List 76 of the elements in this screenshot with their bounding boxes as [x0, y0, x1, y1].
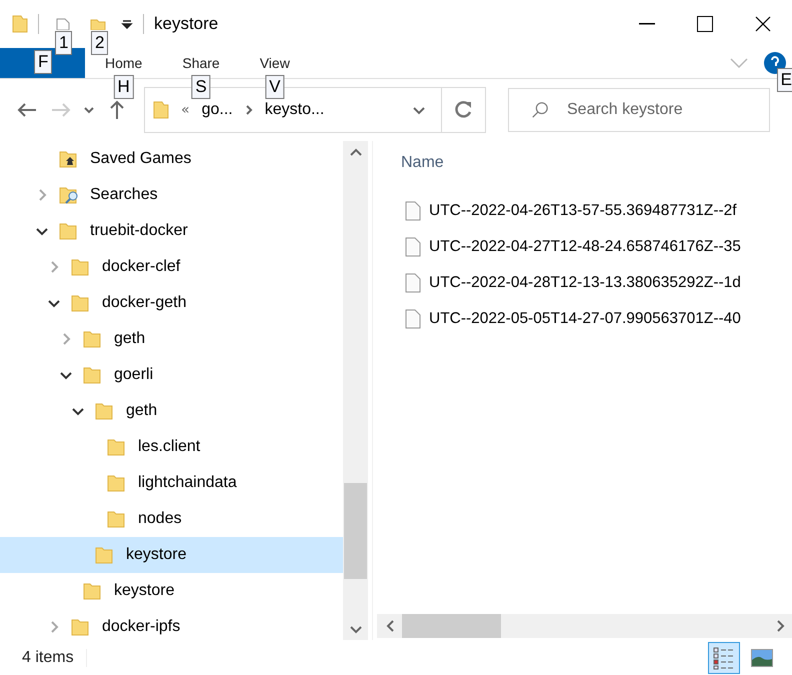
tree-item[interactable]: keystore [0, 537, 343, 573]
file-row[interactable]: UTC--2022-04-26T13-57-55.369487731Z--2f [373, 193, 792, 229]
caret-icon [84, 106, 94, 114]
tree-item[interactable]: nodes [0, 501, 343, 537]
tree-item[interactable]: geth [0, 321, 343, 357]
customize-dropdown-icon[interactable] [121, 19, 133, 29]
shortcut-key-tooltip: F [34, 50, 52, 74]
file-icon [405, 201, 421, 221]
tree-item-label: docker-clef [102, 258, 180, 276]
back-arrow-icon [17, 102, 37, 118]
file-row[interactable]: UTC--2022-04-27T12-48-24.658746176Z--35 [373, 229, 792, 265]
window-title: keystore [154, 14, 218, 34]
search-field[interactable]: Search keystore [508, 88, 770, 132]
breadcrumb[interactable]: go... [202, 101, 233, 119]
tree-item[interactable]: docker-geth [0, 285, 343, 321]
tree-item[interactable]: Searches [0, 177, 343, 213]
details-view-button[interactable] [708, 642, 740, 674]
tree-item-label: truebit-docker [90, 222, 188, 240]
tree-item[interactable]: lightchaindata [0, 465, 343, 501]
horizontal-scrollbar[interactable] [377, 614, 792, 638]
tree-item-label: nodes [138, 510, 182, 528]
tree-item-label: keystore [114, 582, 174, 600]
ribbon-tab[interactable]: Share [162, 48, 240, 78]
tree-item[interactable]: les.client [0, 429, 343, 465]
folder-icon [12, 14, 28, 34]
file-name: UTC--2022-04-26T13-57-55.369487731Z--2f [429, 202, 737, 220]
column-header[interactable]: Name [401, 154, 444, 172]
landscape-thumbnail-icon [751, 648, 773, 666]
searches-icon [58, 185, 80, 205]
tree-item[interactable]: truebit-docker [0, 213, 343, 249]
shortcut-key-tooltip: S [191, 75, 211, 99]
tree-item-label: geth [126, 402, 158, 420]
file-row[interactable]: UTC--2022-05-05T14-27-07.990563701Z--40 [373, 301, 792, 337]
file-name: UTC--2022-05-05T14-27-07.990563701Z--40 [429, 310, 741, 328]
tree-item-label: les.client [138, 438, 200, 456]
scrollbar-thumb[interactable] [344, 483, 367, 579]
search-icon [531, 100, 549, 120]
folder-icon [153, 100, 169, 120]
breadcrumb[interactable]: keysto... [264, 101, 324, 119]
scrollbar-thumb[interactable] [402, 614, 501, 638]
details-list-icon [713, 646, 735, 670]
tree-item[interactable]: keystore [0, 573, 343, 609]
tree-item[interactable]: docker-clef [0, 249, 343, 285]
tree-item-label: goerli [114, 366, 154, 384]
tree-item[interactable]: geth [0, 393, 343, 429]
maximize-icon [697, 16, 713, 32]
shortcut-key-tooltip: 1 [55, 31, 72, 55]
shortcut-key-tooltip: 2 [91, 31, 108, 55]
ribbon-tab[interactable]: View [240, 48, 310, 78]
shortcut-key-tooltip: E [776, 68, 792, 92]
vertical-scrollbar[interactable] [343, 141, 368, 640]
minimize-icon [639, 23, 655, 25]
tree-item[interactable]: docker-ipfs [0, 609, 343, 640]
tree-item-label: Searches [90, 186, 158, 204]
file-name: UTC--2022-04-28T12-13-13.380635292Z--1d [429, 274, 741, 292]
file-icon [405, 309, 421, 329]
file-row[interactable]: UTC--2022-04-28T12-13-13.380635292Z--1d [373, 265, 792, 301]
close-icon [755, 16, 771, 32]
tree-item[interactable]: Saved Games [0, 141, 343, 177]
shortcut-key-tooltip: V [265, 75, 284, 99]
file-icon [405, 237, 421, 257]
tree-item-label: keystore [126, 546, 186, 564]
tree-item-label: Saved Games [90, 150, 192, 168]
tree-item[interactable]: goerli [0, 357, 343, 393]
forward-arrow-icon [51, 102, 71, 118]
tree-item-label: geth [114, 330, 146, 348]
overflow-chevron[interactable]: « [181, 102, 190, 118]
tree-item-label: docker-geth [102, 294, 186, 312]
item-count: 4 items [22, 648, 87, 666]
tree-item-label: docker-ipfs [102, 618, 180, 636]
up-arrow-icon [109, 100, 125, 120]
file-name: UTC--2022-04-27T12-48-24.658746176Z--35 [429, 238, 741, 256]
refresh-icon [454, 101, 472, 119]
tree-item-label: lightchaindata [138, 474, 237, 492]
shortcut-key-tooltip: H [114, 75, 134, 99]
file-icon [405, 273, 421, 293]
